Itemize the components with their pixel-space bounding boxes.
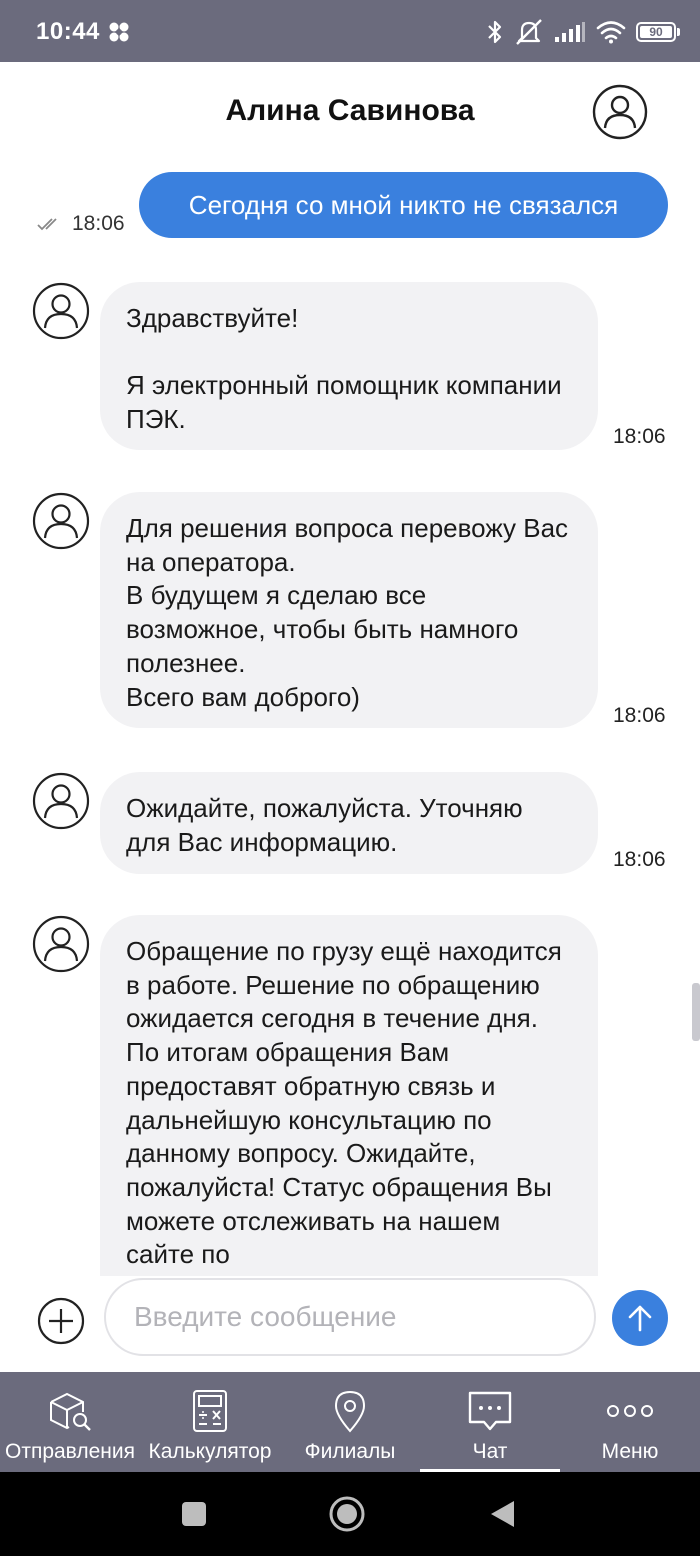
message-input[interactable] bbox=[104, 1278, 596, 1356]
incoming-message[interactable]: Ожидайте, пожалуйста. Уточняю для Вас ин… bbox=[100, 772, 598, 874]
status-bar: 10:44 90 bbox=[0, 0, 700, 62]
calculator-icon bbox=[193, 1390, 227, 1432]
status-time: 10:44 bbox=[36, 18, 100, 45]
home-button[interactable] bbox=[327, 1494, 367, 1534]
nav-label: Калькулятор bbox=[148, 1440, 272, 1463]
nav-item-calculator[interactable]: Калькулятор bbox=[140, 1372, 280, 1472]
incoming-message[interactable]: Для решения вопроса перевожу Вас на опер… bbox=[100, 492, 598, 728]
operator-avatar-icon bbox=[32, 492, 90, 550]
send-button[interactable] bbox=[612, 1290, 668, 1346]
plus-circle-icon[interactable] bbox=[37, 1297, 85, 1345]
incoming-message[interactable]: Обращение по грузу ещё находится в работ… bbox=[100, 915, 598, 1276]
message-time: 18:06 bbox=[613, 425, 666, 448]
operator-avatar-icon bbox=[32, 282, 90, 340]
nav-item-shipments[interactable]: Отправления bbox=[0, 1372, 140, 1472]
home-circle-icon bbox=[329, 1496, 365, 1532]
recents-button[interactable] bbox=[174, 1494, 214, 1534]
message-composer bbox=[0, 1276, 700, 1372]
chat-header: Алина Савинова bbox=[0, 62, 700, 162]
double-check-icon bbox=[37, 218, 57, 231]
more-dots-icon bbox=[607, 1405, 653, 1417]
outgoing-meta: 18:06 bbox=[36, 212, 125, 236]
wifi-icon bbox=[596, 21, 626, 44]
nav-label: Меню bbox=[601, 1440, 659, 1463]
nav-item-chat[interactable]: Чат bbox=[420, 1372, 560, 1472]
back-button[interactable] bbox=[482, 1494, 522, 1534]
battery-level: 90 bbox=[640, 25, 672, 39]
message-time: 18:06 bbox=[613, 704, 666, 727]
status-icons: 90 bbox=[486, 16, 680, 48]
map-pin-icon bbox=[334, 1390, 366, 1433]
scrollbar[interactable] bbox=[692, 983, 700, 1041]
incoming-message[interactable]: Здравствуйте! Я электронный помощник ком… bbox=[100, 282, 598, 450]
operator-avatar-icon bbox=[32, 915, 90, 973]
nav-label: Отправления bbox=[5, 1440, 135, 1463]
nav-label: Филиалы bbox=[304, 1440, 396, 1463]
outgoing-time: 18:06 bbox=[72, 212, 125, 235]
back-triangle-icon bbox=[491, 1501, 514, 1527]
arrow-up-icon bbox=[628, 1305, 652, 1332]
operator-avatar-icon bbox=[32, 772, 90, 830]
chat-icon bbox=[468, 1391, 512, 1431]
package-search-icon bbox=[50, 1392, 91, 1431]
signal-icon bbox=[555, 22, 585, 42]
user-avatar-icon[interactable] bbox=[592, 84, 648, 140]
app-icon bbox=[109, 22, 129, 42]
bottom-navigation: Отправления Калькулятор Филиалы Чат Меню bbox=[0, 1372, 700, 1472]
nav-item-branches[interactable]: Филиалы bbox=[280, 1372, 420, 1472]
outgoing-message[interactable]: Сегодня со мной никто не связался bbox=[139, 172, 668, 238]
mute-icon bbox=[516, 19, 542, 45]
message-time: 18:06 bbox=[613, 848, 666, 871]
nav-label: Чат bbox=[472, 1440, 508, 1463]
message-list[interactable]: Сегодня со мной никто не связался 18:06 … bbox=[0, 162, 700, 1276]
bluetooth-icon bbox=[488, 20, 502, 44]
recents-square-icon bbox=[182, 1502, 206, 1526]
battery-icon: 90 bbox=[636, 22, 680, 42]
nav-item-menu[interactable]: Меню bbox=[560, 1372, 700, 1472]
system-navigation-bar bbox=[0, 1472, 700, 1556]
